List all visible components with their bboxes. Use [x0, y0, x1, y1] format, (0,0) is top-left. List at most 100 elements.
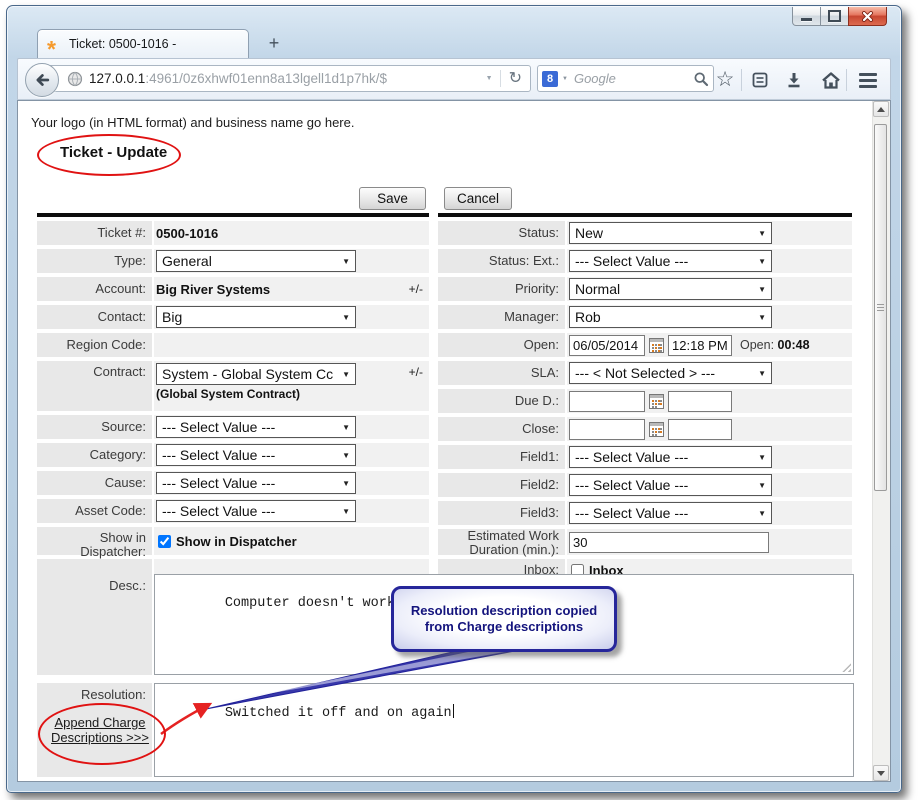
- minimize-button[interactable]: [792, 7, 821, 26]
- field-label: Category:: [37, 443, 152, 467]
- url-dropmarker-icon[interactable]: ▼: [479, 75, 500, 82]
- resize-grip-icon[interactable]: [841, 662, 851, 672]
- close-button[interactable]: [848, 7, 887, 26]
- field2-row: Field2: --- Select Value --- ▼: [438, 473, 852, 497]
- priority-select[interactable]: Normal ▼: [569, 278, 772, 300]
- url-bar[interactable]: 127.0.0.1:4961/0z6xhwf01enn8a13lgell1d1p…: [42, 65, 531, 92]
- save-button[interactable]: Save: [359, 187, 426, 210]
- close-date-row: Close:: [438, 417, 852, 441]
- text-cursor: [453, 704, 455, 718]
- cause-select[interactable]: --- Select Value --- ▼: [156, 472, 356, 494]
- select-value: --- Select Value ---: [575, 253, 688, 269]
- search-engine-dropmarker-icon[interactable]: ▼: [558, 76, 572, 82]
- type-select[interactable]: General ▼: [156, 250, 356, 272]
- calendar-icon[interactable]: [649, 394, 664, 409]
- open-date-input[interactable]: [569, 335, 645, 356]
- account-plus-minus-link[interactable]: +/-: [409, 282, 429, 296]
- scroll-down-button[interactable]: [873, 765, 889, 781]
- content-viewport: Your logo (in HTML format) and business …: [17, 100, 891, 782]
- search-engine-icon[interactable]: 8: [542, 71, 558, 87]
- cancel-button[interactable]: Cancel: [444, 187, 512, 210]
- due-date-input[interactable]: [569, 391, 645, 412]
- window-controls: [792, 7, 887, 26]
- vertical-scrollbar[interactable]: [872, 101, 890, 781]
- field-label: Status: Ext.:: [438, 249, 565, 273]
- new-tab-button[interactable]: +: [261, 32, 287, 57]
- scroll-up-button[interactable]: [873, 101, 889, 117]
- search-box[interactable]: 8 ▼: [537, 65, 714, 92]
- calendar-icon[interactable]: [649, 422, 664, 437]
- field-label: Region Code:: [37, 333, 152, 357]
- globe-icon: [67, 71, 83, 87]
- select-value: --- Select Value ---: [162, 447, 275, 463]
- field-label: Cause:: [37, 471, 152, 495]
- select-value: New: [575, 225, 603, 241]
- maximize-button[interactable]: [821, 7, 848, 26]
- ticket-fields-left: Ticket #: 0500-1016 Type: General ▼ Acco…: [37, 213, 429, 581]
- due-date-row: Due D.:: [438, 389, 852, 413]
- category-row: Category: --- Select Value --- ▼: [37, 443, 429, 467]
- select-value: --- Select Value ---: [575, 449, 688, 465]
- field-label: Account:: [37, 277, 152, 301]
- navigation-toolbar: 127.0.0.1:4961/0z6xhwf01enn8a13lgell1d1p…: [17, 58, 891, 100]
- field-label: Source:: [37, 415, 152, 439]
- field-label: Ticket #:: [37, 221, 152, 245]
- reload-icon[interactable]: ↻: [501, 66, 530, 91]
- category-select[interactable]: --- Select Value --- ▼: [156, 444, 356, 466]
- contract-plus-minus-link[interactable]: +/-: [409, 365, 429, 379]
- scroll-up-icon: [877, 107, 885, 112]
- open-time-input[interactable]: [668, 335, 732, 356]
- status-select[interactable]: New ▼: [569, 222, 772, 244]
- browser-window: * Ticket: 0500-1016 - + 127.0.0.1:4961/0…: [6, 5, 902, 793]
- dropdown-arrow-icon: ▼: [342, 423, 350, 432]
- dropdown-arrow-icon: ▼: [758, 481, 766, 490]
- calendar-icon[interactable]: [649, 338, 664, 353]
- bookmark-star-icon[interactable]: ☆: [713, 68, 737, 92]
- dropdown-arrow-icon: ▼: [758, 257, 766, 266]
- back-arrow-icon: [32, 70, 52, 90]
- source-select[interactable]: --- Select Value --- ▼: [156, 416, 356, 438]
- status-ext-select[interactable]: --- Select Value --- ▼: [569, 250, 772, 272]
- field2-select[interactable]: --- Select Value --- ▼: [569, 474, 772, 496]
- close-time-input[interactable]: [668, 419, 732, 440]
- append-charge-descriptions-link[interactable]: Append Charge Descriptions >>>: [42, 715, 158, 745]
- bookmarks-menu-icon[interactable]: [748, 68, 772, 92]
- ticket-page: Your logo (in HTML format) and business …: [18, 101, 873, 781]
- downloads-icon[interactable]: [782, 68, 806, 92]
- region-code-row: Region Code:: [37, 333, 429, 357]
- contract-select[interactable]: System - Global System Cc ▼: [156, 363, 356, 385]
- dropdown-arrow-icon: ▼: [758, 369, 766, 378]
- contact-row: Contact: Big ▼: [37, 305, 429, 329]
- field3-select[interactable]: --- Select Value --- ▼: [569, 502, 772, 524]
- open-row: Open: Open: 00:48: [438, 333, 852, 357]
- field1-select[interactable]: --- Select Value --- ▼: [569, 446, 772, 468]
- account-row: Account: Big River Systems +/-: [37, 277, 429, 301]
- field-label: Close:: [438, 417, 565, 441]
- field-label: Field2:: [438, 473, 565, 497]
- estimated-duration-row: Estimated Work Duration (min.):: [438, 529, 852, 555]
- dropdown-arrow-icon: ▼: [758, 285, 766, 294]
- scrollbar-thumb[interactable]: [874, 124, 887, 491]
- contact-select[interactable]: Big ▼: [156, 306, 356, 328]
- estimated-duration-input[interactable]: [569, 532, 769, 553]
- select-value: Rob: [575, 309, 601, 325]
- show-in-dispatcher-checkbox[interactable]: [158, 535, 171, 548]
- home-icon[interactable]: [819, 68, 843, 92]
- menu-hamburger-icon[interactable]: [856, 68, 880, 92]
- resolution-text: Switched it off and on again: [225, 706, 452, 721]
- select-value: General: [162, 253, 212, 269]
- back-button[interactable]: [25, 63, 59, 97]
- sla-select[interactable]: --- < Not Selected > --- ▼: [569, 362, 772, 384]
- browser-tab[interactable]: * Ticket: 0500-1016 -: [37, 29, 249, 58]
- resolution-textarea[interactable]: Switched it off and on again: [154, 683, 854, 777]
- asset-code-select[interactable]: --- Select Value --- ▼: [156, 500, 356, 522]
- search-magnifier-icon[interactable]: [693, 71, 709, 87]
- due-time-input[interactable]: [668, 391, 732, 412]
- manager-select[interactable]: Rob ▼: [569, 306, 772, 328]
- field-label: Show in Dispatcher:: [37, 527, 152, 555]
- close-date-input[interactable]: [569, 419, 645, 440]
- tab-title: Ticket: 0500-1016 -: [69, 37, 176, 51]
- dropdown-arrow-icon: ▼: [342, 257, 350, 266]
- search-input[interactable]: [572, 70, 693, 87]
- status-row: Status: New ▼: [438, 221, 852, 245]
